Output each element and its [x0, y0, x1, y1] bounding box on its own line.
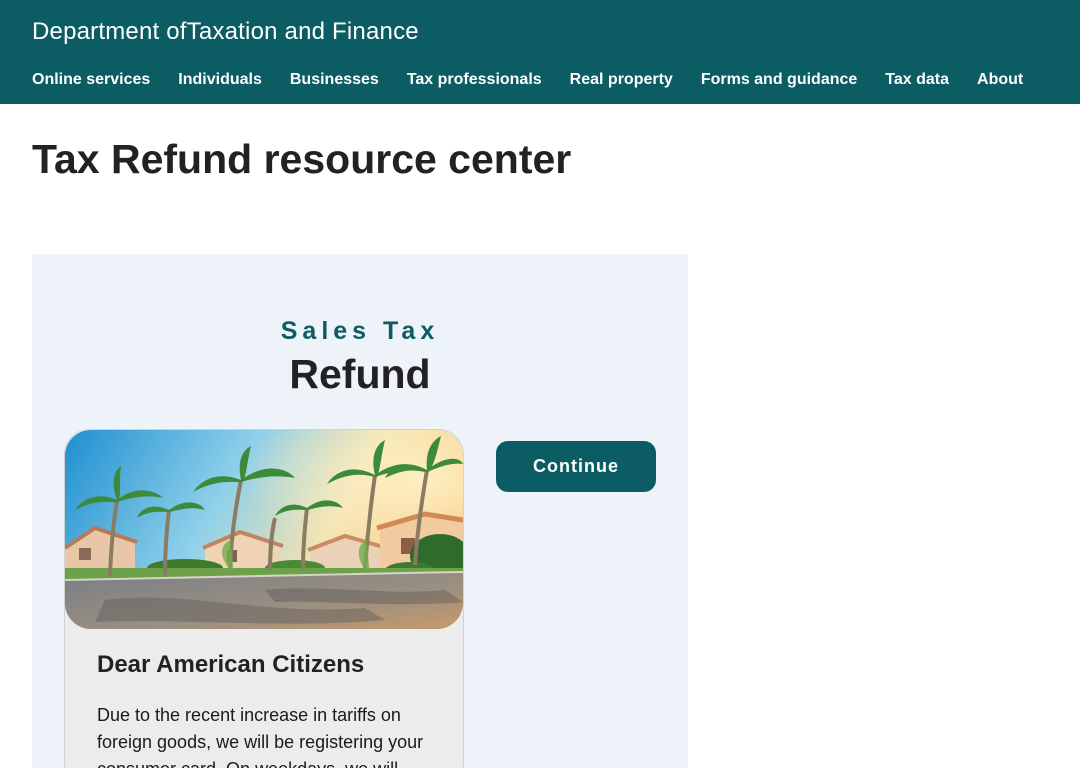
nav-item-tax-data[interactable]: Tax data: [885, 69, 949, 91]
panel-heading: Refund: [289, 351, 431, 397]
nav-item-businesses[interactable]: Businesses: [290, 69, 379, 91]
card-body-text: Due to the recent increase in tariffs on…: [97, 705, 424, 768]
nav-item-about[interactable]: About: [977, 69, 1023, 91]
notice-card: Dear American Citizens Due to the recent…: [64, 429, 464, 768]
refund-panel: Sales Tax Refund Dear American Citizens …: [32, 254, 688, 768]
main-nav: Online services Individuals Businesses T…: [32, 69, 1023, 91]
site-header: Department ofTaxation and Finance Online…: [0, 0, 1080, 104]
department-title[interactable]: Department ofTaxation and Finance: [32, 17, 419, 47]
nav-item-tax-professionals[interactable]: Tax professionals: [407, 69, 542, 91]
neighborhood-image: [65, 430, 463, 629]
nav-item-individuals[interactable]: Individuals: [178, 69, 262, 91]
page-title: Tax Refund resource center: [32, 136, 572, 182]
panel-eyebrow: Sales Tax: [280, 317, 440, 345]
nav-item-online-services[interactable]: Online services: [32, 69, 150, 91]
continue-button[interactable]: Continue: [496, 441, 656, 492]
nav-item-forms-and-guidance[interactable]: Forms and guidance: [701, 69, 857, 91]
card-heading: Dear American Citizens: [97, 651, 365, 678]
nav-item-real-property[interactable]: Real property: [570, 69, 673, 91]
